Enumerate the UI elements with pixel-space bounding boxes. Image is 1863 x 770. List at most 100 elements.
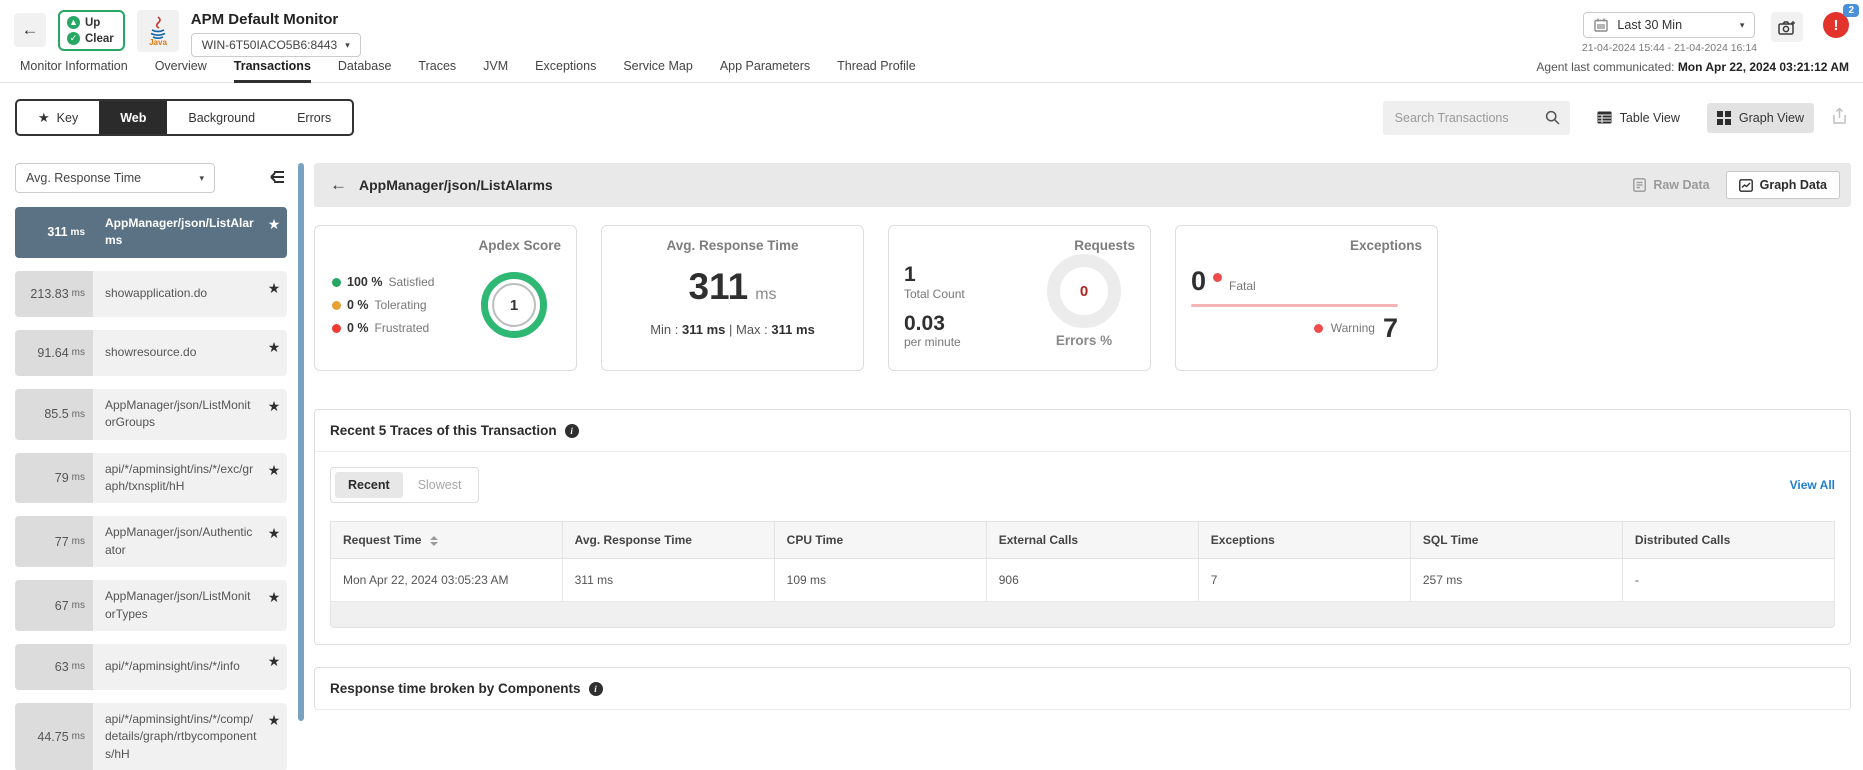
table-view-button[interactable]: Table View [1587, 103, 1690, 133]
star-icon[interactable]: ★ [261, 516, 287, 567]
rate-label: per minute [904, 334, 961, 349]
transaction-list-item[interactable]: 63 ms api/*/apminsight/ins/*/info ★ [15, 643, 287, 690]
graph-view-icon [1716, 110, 1731, 125]
screenshot-button[interactable] [1771, 12, 1803, 42]
warning-dot-icon [1313, 324, 1323, 333]
transaction-name: api/*/apminsight/ins/*/exc/graph/txnspli… [105, 461, 254, 493]
subtab-errors[interactable]: Errors [276, 101, 352, 134]
apdex-score-card: Apdex Score 100 % Satisfied 0 % Tolerati… [314, 225, 577, 371]
transaction-list-item[interactable]: 67 ms AppManager/json/ListMonitorTypes ★ [15, 580, 287, 631]
alarms-indicator[interactable]: ! 2 [1823, 4, 1859, 38]
view-all-link[interactable]: View All [1790, 478, 1835, 492]
star-icon[interactable]: ★ [261, 644, 287, 690]
transactions-toolbar: ★ Key Web Background Errors Search Trans… [0, 83, 1863, 136]
col-exceptions[interactable]: Exceptions [1197, 521, 1411, 559]
col-request-time[interactable]: Request Time [330, 521, 563, 559]
recent-slowest-toggle: Recent Slowest [330, 467, 480, 503]
availability-status: ▲ Up [67, 16, 114, 29]
frustrated-pct: 0 % [347, 321, 369, 335]
star-icon[interactable]: ★ [261, 703, 287, 770]
info-icon[interactable]: i [588, 681, 603, 696]
transaction-detail-panel: ← AppManager/json/ListAlarms Raw Data Gr… [314, 163, 1851, 721]
tab-thread-profile[interactable]: Thread Profile [837, 59, 916, 82]
transaction-list-item[interactable]: 213.83 ms showapplication.do ★ [15, 270, 287, 317]
subtab-background[interactable]: Background [167, 101, 276, 134]
frustrated-dot-icon [332, 323, 341, 333]
col-external-calls[interactable]: External Calls [985, 521, 1199, 559]
recent-button[interactable]: Recent [335, 472, 403, 498]
info-icon[interactable]: i [564, 423, 579, 438]
check-circle-icon: ✓ [67, 32, 80, 45]
transaction-list-item[interactable]: 44.75 ms api/*/apminsight/ins/*/comp/deta… [15, 702, 287, 770]
tab-overview[interactable]: Overview [155, 59, 207, 82]
sidebar-scrollbar[interactable] [298, 163, 304, 721]
response-time-value: 67 [54, 598, 69, 613]
table-row[interactable]: Mon Apr 22, 2024 03:05:23 AM 311 ms 109 … [330, 558, 1836, 602]
transaction-list-item[interactable]: 79 ms api/*/apminsight/ins/*/exc/graph/tx… [15, 452, 287, 504]
min-max-response: Min : 311 ms | Max : 311 ms [650, 322, 815, 337]
graph-view-label: Graph View [1738, 110, 1804, 125]
collapse-list-button[interactable] [263, 167, 287, 190]
tab-exceptions[interactable]: Exceptions [535, 59, 596, 82]
star-icon[interactable]: ★ [261, 271, 287, 317]
graph-view-button[interactable]: Graph View [1706, 102, 1814, 133]
star-icon: ★ [38, 109, 50, 125]
max-label: Max : [736, 322, 768, 337]
cell-cpu-time: 109 ms [773, 558, 987, 602]
star-icon[interactable]: ★ [261, 207, 287, 258]
monitor-status: ▲ Up ✓ Clear [58, 10, 125, 51]
slowest-button[interactable]: Slowest [405, 472, 475, 498]
col-cpu-time[interactable]: CPU Time [773, 521, 987, 559]
export-button[interactable] [1831, 107, 1848, 128]
components-section: Response time broken by Components i [314, 667, 1851, 710]
search-transactions [1382, 100, 1570, 135]
transaction-list-item[interactable]: 85.5 ms AppManager/json/ListMonitorGroups… [15, 388, 287, 440]
tab-traces[interactable]: Traces [418, 59, 456, 82]
transaction-list-item[interactable]: 91.64 ms showresource.do ★ [15, 329, 287, 376]
graph-data-button[interactable]: Graph Data [1725, 171, 1840, 199]
metric-filter-dropdown[interactable]: Avg. Response Time ▾ [15, 163, 215, 193]
requests-card-title: Requests [1074, 238, 1135, 253]
subtab-web[interactable]: Web [99, 101, 168, 134]
apdex-tolerating: 0 % Tolerating [332, 298, 434, 312]
back-to-list-button[interactable]: ← [330, 175, 347, 195]
separator: | [728, 322, 733, 337]
star-icon[interactable]: ★ [261, 330, 287, 376]
back-button[interactable]: ← [14, 13, 46, 47]
tab-jvm[interactable]: JVM [483, 59, 508, 82]
star-icon[interactable]: ★ [261, 453, 287, 504]
raw-data-button[interactable]: Raw Data [1621, 172, 1721, 198]
col-sql-time[interactable]: SQL Time [1409, 521, 1623, 559]
tab-transactions[interactable]: Transactions [233, 59, 311, 83]
tab-service-map[interactable]: Service Map [623, 59, 692, 82]
star-icon[interactable]: ★ [261, 580, 287, 631]
svg-text:Java: Java [149, 38, 167, 46]
cell-request-time[interactable]: Mon Apr 22, 2024 03:05:23 AM [330, 558, 563, 602]
search-input[interactable] [1394, 110, 1545, 125]
java-monitor-type: Java [136, 10, 179, 52]
time-range-detail: 21-04-2024 15:44 - 21-04-2024 16:14 [1581, 42, 1757, 54]
tolerating-pct: 0 % [347, 298, 369, 312]
page-title: APM Default Monitor [190, 11, 339, 28]
time-range-dropdown[interactable]: Last 30 Min ▾ [1583, 12, 1756, 38]
recent-traces-section: Recent 5 Traces of this Transaction i Re… [314, 409, 1851, 645]
col-request-time-label: Request Time [343, 533, 422, 547]
tab-app-parameters[interactable]: App Parameters [720, 59, 810, 82]
monitor-host-dropdown[interactable]: WIN-6T50IACO5B6:8443 ▾ [190, 33, 361, 57]
satisfied-pct: 100 % [347, 275, 383, 289]
response-time-value: 77 [54, 534, 69, 549]
transaction-list-item[interactable]: 77 ms AppManager/json/Authenticator ★ [15, 516, 287, 568]
subtab-key[interactable]: ★ Key [17, 101, 99, 134]
tab-database[interactable]: Database [338, 59, 392, 82]
star-icon[interactable]: ★ [261, 389, 287, 440]
col-distributed-calls[interactable]: Distributed Calls [1621, 521, 1836, 559]
total-count-label: Total Count [904, 286, 965, 301]
transaction-list: 311 ms AppManager/json/ListAlarms ★ 213.8… [15, 207, 287, 770]
search-icon[interactable] [1545, 110, 1560, 125]
chevron-down-icon: ▾ [1739, 19, 1745, 30]
min-label: Min : [650, 322, 679, 337]
tab-monitor-information[interactable]: Monitor Information [20, 59, 128, 82]
col-avg-response-time[interactable]: Avg. Response Time [561, 521, 775, 559]
tolerating-dot-icon [332, 300, 341, 310]
transaction-list-item[interactable]: 311 ms AppManager/json/ListAlarms ★ [15, 207, 287, 258]
